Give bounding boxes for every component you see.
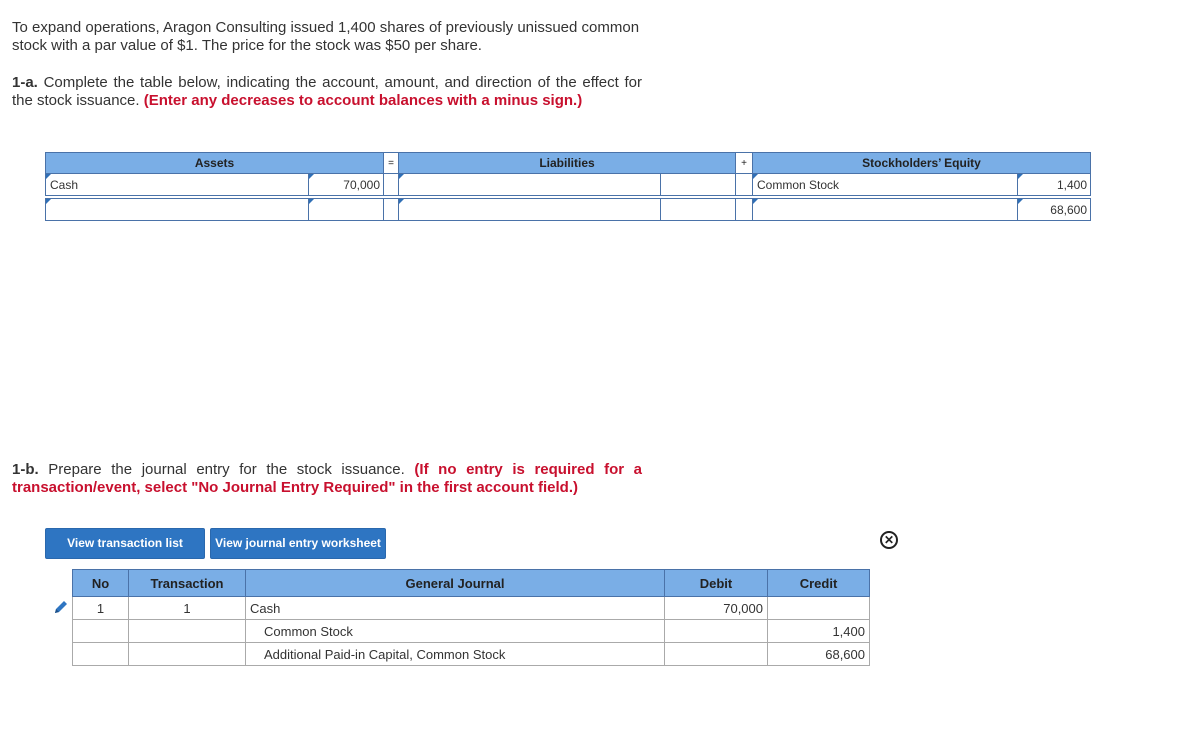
equity-amount-field[interactable]: 68,600 [1018,199,1090,220]
liability-account-field[interactable] [399,199,660,220]
row-transaction [128,642,246,666]
liabilities-header: Liabilities [398,152,736,174]
equity-header: Stockholders’ Equity [752,152,1091,174]
assets-header: Assets [45,152,384,174]
col-credit-header: Credit [767,569,870,597]
equation-row-1: Cash 70,000 Common Stock 1,400 [45,173,1091,196]
question-1b-text: Prepare the journal entry for the stock … [48,461,405,478]
close-circle-icon[interactable]: ✕ [880,531,898,549]
row-account: Additional Paid-in Capital, Common Stock [245,642,665,666]
equation-row-2: 68,600 [45,198,1091,221]
row-debit: 70,000 [664,596,768,620]
equals-sign: = [383,152,399,174]
equity-account-field[interactable] [753,199,1017,220]
asset-amount-field[interactable] [309,199,383,220]
row-transaction [128,619,246,643]
liability-amount-field[interactable] [661,199,735,220]
journal-table: No Transaction General Journal Debit Cre… [72,569,870,666]
col-no-header: No [72,569,129,597]
row-no: 1 [72,596,129,620]
question-1a: 1-a. Complete the table below, indicatin… [12,74,642,110]
liability-amount-field[interactable] [661,174,735,195]
view-transaction-list-button[interactable]: View transaction list [45,528,205,559]
question-1a-instruction: (Enter any decreases to account balances… [143,92,583,109]
row-account: Common Stock [245,619,665,643]
row-transaction: 1 [128,596,246,620]
asset-amount-field[interactable]: 70,000 [309,174,383,195]
liability-account-field[interactable] [399,174,660,195]
view-journal-worksheet-button[interactable]: View journal entry worksheet [210,528,386,559]
table-row[interactable]: Additional Paid-in Capital, Common Stock… [72,642,870,666]
row-account: Cash [245,596,665,620]
equity-account-field[interactable]: Common Stock [753,174,1017,195]
row-credit: 1,400 [767,619,870,643]
col-general-journal-header: General Journal [245,569,665,597]
question-1b-number: 1-b. [12,461,39,478]
row-no [72,619,129,643]
row-debit [664,619,768,643]
accounting-equation-table: Assets = Liabilities + Stockholders’ Equ… [45,152,1091,221]
row-debit [664,642,768,666]
col-transaction-header: Transaction [128,569,246,597]
pencil-icon[interactable] [52,598,70,616]
table-row[interactable]: Common Stock 1,400 [72,619,870,643]
asset-account-field[interactable] [46,199,308,220]
plus-sign: + [735,152,753,174]
row-credit: 68,600 [767,642,870,666]
equity-amount-field[interactable]: 1,400 [1018,174,1090,195]
question-1b: 1-b. Prepare the journal entry for the s… [12,461,642,497]
problem-intro: To expand operations, Aragon Consulting … [12,19,640,54]
asset-account-field[interactable]: Cash [46,174,308,195]
row-no [72,642,129,666]
table-row[interactable]: 1 1 Cash 70,000 [72,596,870,620]
row-credit [767,596,870,620]
col-debit-header: Debit [664,569,768,597]
question-1a-number: 1-a. [12,74,38,91]
